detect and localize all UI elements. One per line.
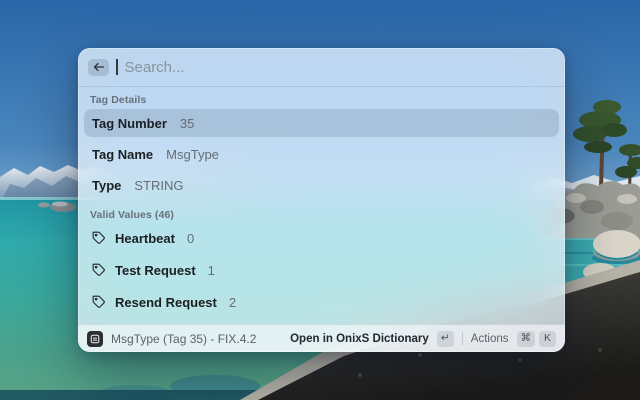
- text-caret: [116, 59, 118, 75]
- row-label: Resend Request: [115, 294, 217, 310]
- row-label: Heartbeat: [115, 230, 175, 246]
- footer-divider: [461, 332, 463, 345]
- row-label: Tag Number: [92, 115, 167, 131]
- row-value: STRING: [134, 177, 184, 193]
- k-key: K: [539, 330, 556, 347]
- valid-value-row-heartbeat[interactable]: Heartbeat 0: [84, 224, 559, 252]
- tag-icon: [92, 231, 106, 245]
- command-key-icon: ⌘: [516, 330, 535, 347]
- detail-row-tag-name[interactable]: Tag Name MsgType: [84, 140, 559, 168]
- arrow-left-icon: [93, 62, 105, 72]
- row-value: 1: [207, 262, 215, 278]
- row-value: MsgType: [166, 146, 219, 162]
- primary-action-button[interactable]: Open in OnixS Dictionary: [290, 333, 429, 345]
- back-button[interactable]: [88, 58, 109, 76]
- tag-icon: [92, 295, 106, 309]
- row-value: 2: [228, 294, 237, 310]
- row-label: Test Request: [115, 262, 196, 278]
- search-launcher-panel: Tag Details Tag Number 35 Tag Name MsgTy…: [78, 48, 565, 352]
- actions-menu-button[interactable]: Actions: [471, 333, 509, 345]
- detail-row-tag-number[interactable]: Tag Number 35: [84, 109, 559, 137]
- action-bar: MsgType (Tag 35) - FIX.4.2 Open in OnixS…: [78, 324, 565, 352]
- search-input[interactable]: [124, 58, 555, 76]
- search-bar: [78, 48, 565, 87]
- tag-icon: [92, 263, 106, 277]
- row-value: 0: [186, 230, 195, 246]
- valid-value-row-resend-request[interactable]: Resend Request 2: [84, 288, 559, 316]
- result-details: Tag Details Tag Number 35 Tag Name MsgTy…: [78, 87, 565, 324]
- row-label: Type: [92, 177, 122, 193]
- detail-row-type[interactable]: Type STRING: [84, 171, 559, 199]
- return-key-icon: ↵: [436, 330, 454, 347]
- actions-shortcut: ⌘ K: [516, 330, 556, 347]
- section-header-valid-values: Valid Values (46): [90, 209, 174, 221]
- valid-value-row-test-request[interactable]: Test Request 1: [84, 256, 559, 284]
- row-label: Tag Name: [92, 146, 154, 162]
- dictionary-app-icon: [87, 330, 103, 347]
- selected-result-title: MsgType (Tag 35) - FIX.4.2: [111, 331, 257, 346]
- section-header-tag-details: Tag Details: [90, 94, 147, 106]
- row-value: 35: [179, 115, 195, 131]
